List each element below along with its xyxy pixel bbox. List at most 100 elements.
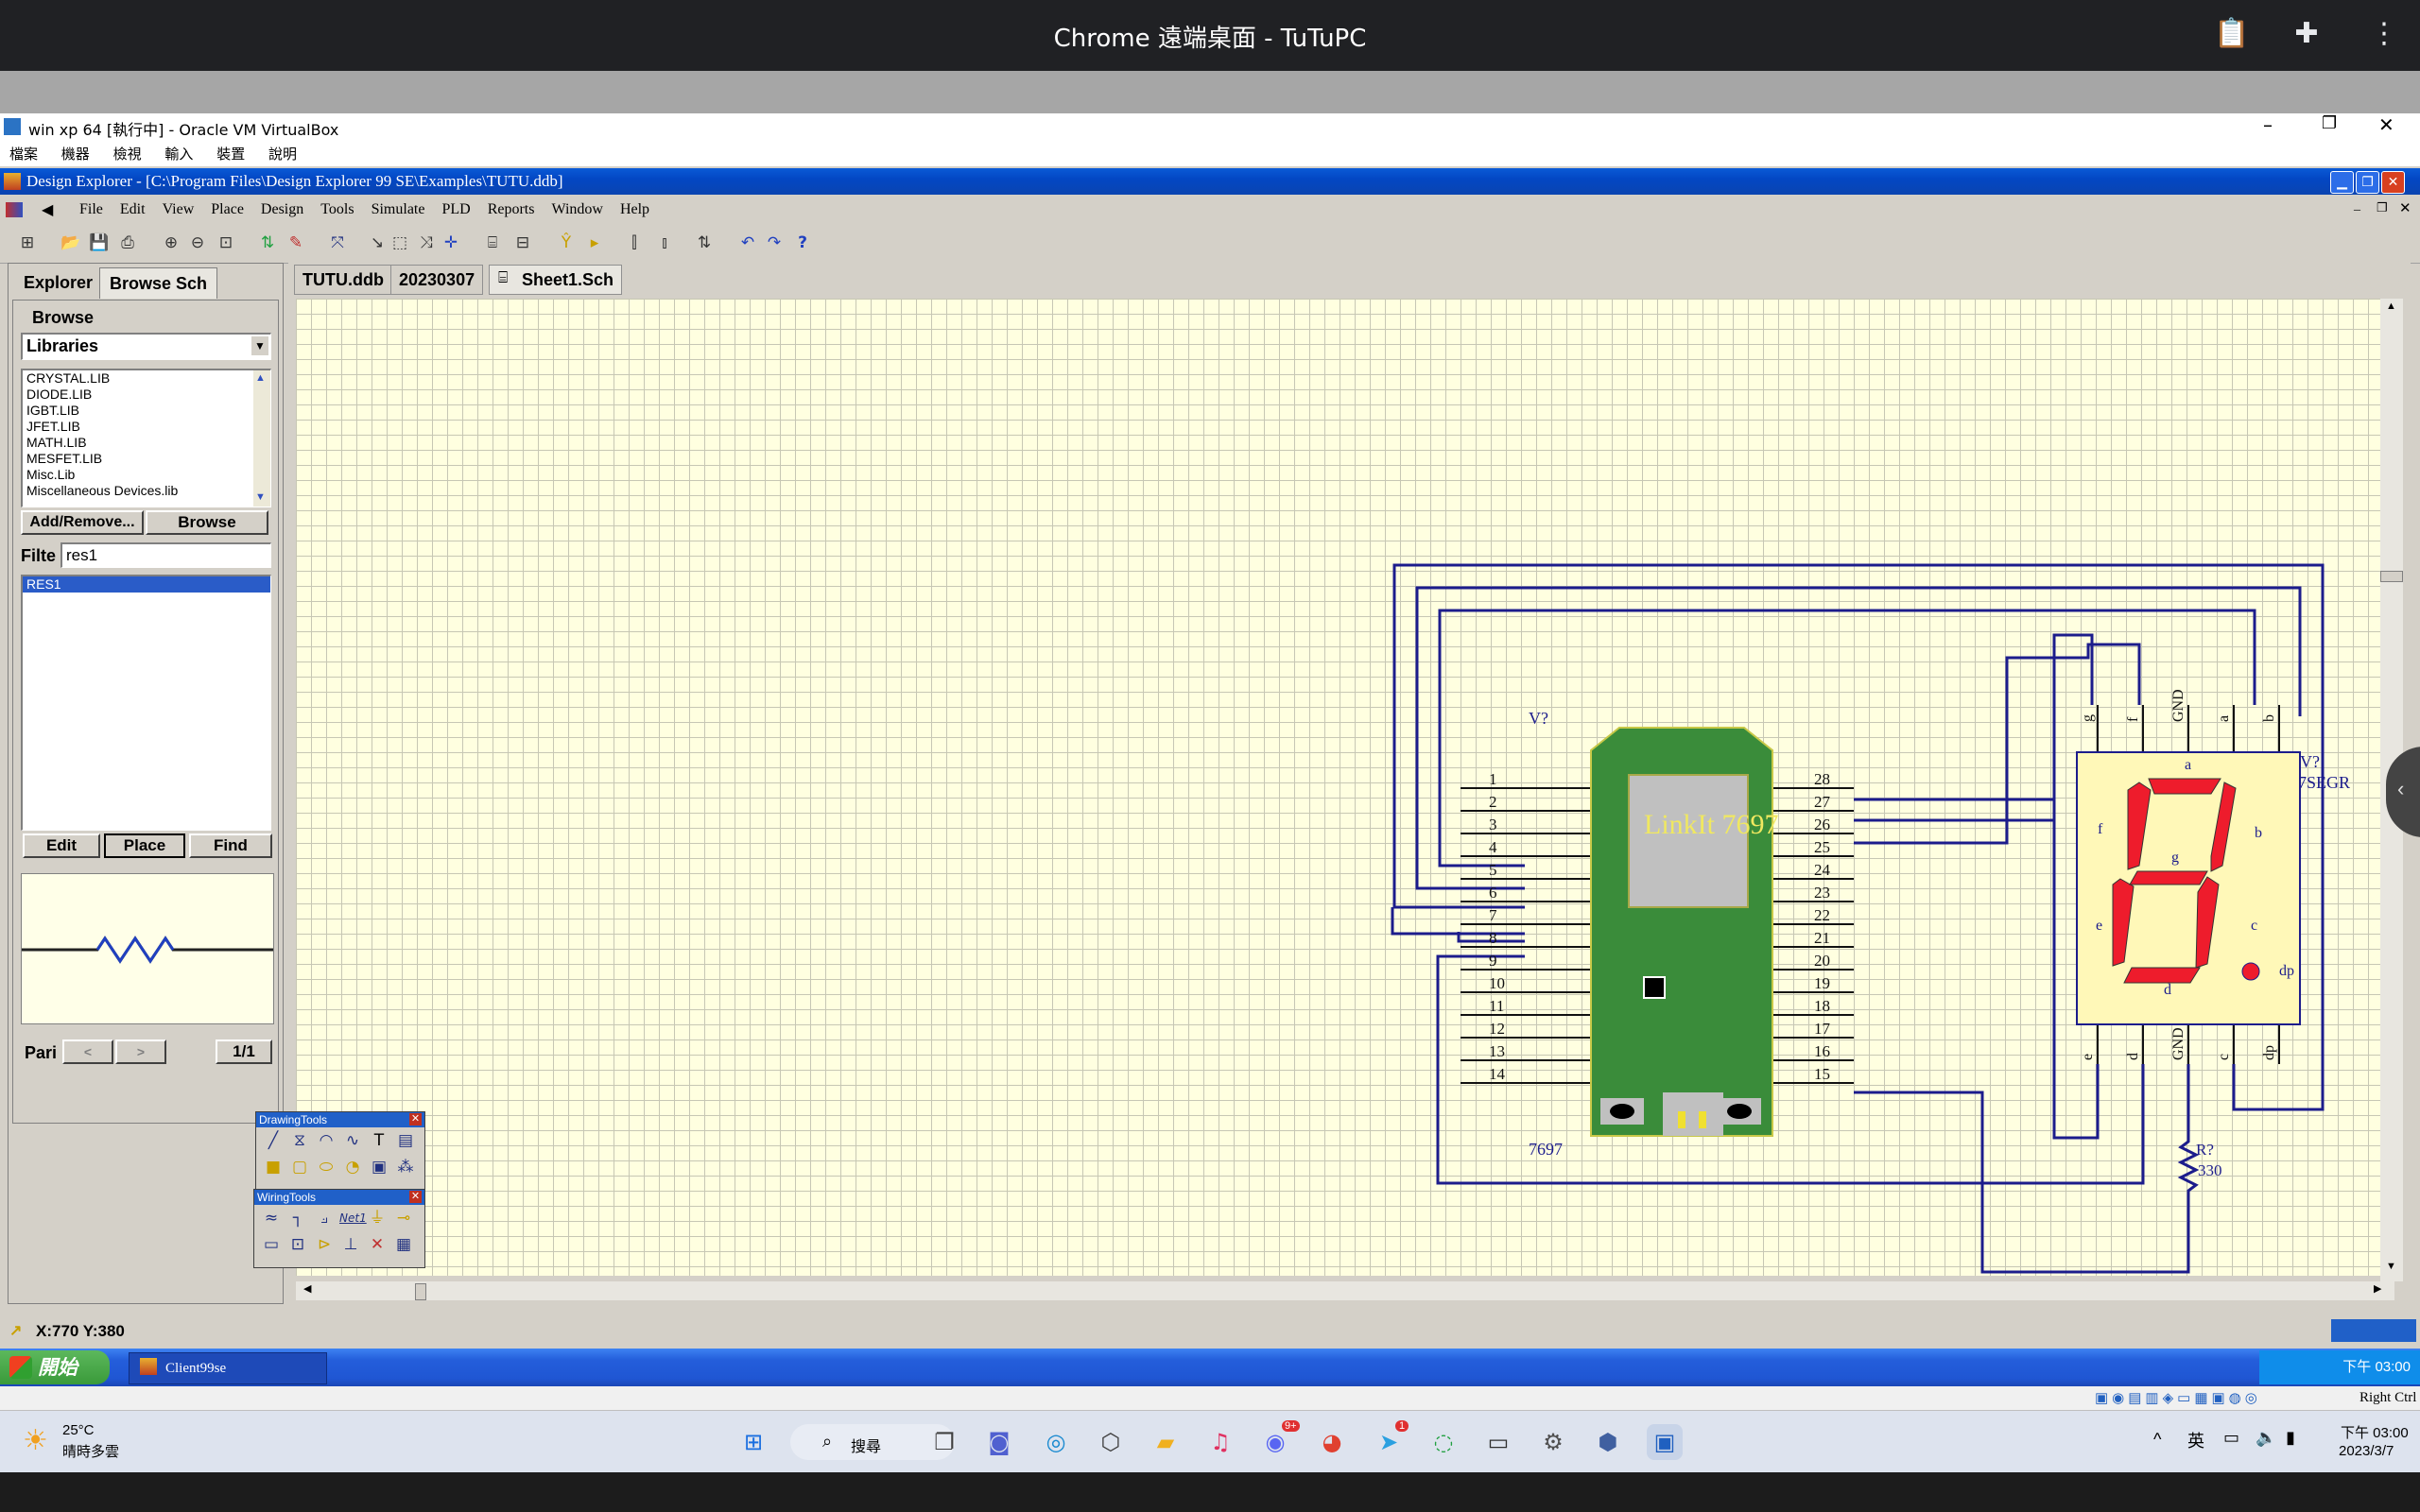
list-scrollbar[interactable]: ▲ ▼ — [253, 370, 270, 507]
scroll-down-icon[interactable]: ▼ — [2386, 1261, 2396, 1272]
list-item[interactable]: DIODE.LIB — [23, 387, 270, 403]
restore-icon[interactable]: ❐ — [2356, 171, 2379, 194]
browse-button[interactable]: Browse — [146, 510, 268, 535]
cube-app-icon[interactable]: ⬢ — [1590, 1424, 1626, 1460]
menu-view[interactable]: View — [163, 197, 195, 218]
sheet-symbol-tool-icon[interactable]: ▭ — [260, 1233, 283, 1256]
zoom-out-icon[interactable]: ⊖ — [187, 232, 208, 253]
hierarchy-icon[interactable]: ⇅ — [257, 232, 278, 253]
zoom-fit-icon[interactable]: ⊡ — [216, 232, 236, 253]
ellipse-tool-icon[interactable]: ⬭ — [315, 1156, 337, 1178]
tab-tutu-ddb[interactable]: TUTU.ddb — [294, 265, 392, 295]
tab-20230307[interactable]: 20230307 — [390, 265, 484, 295]
resistor-r[interactable]: R? 330 — [2177, 1130, 2222, 1202]
settings-app-icon[interactable]: ⬡ — [1093, 1424, 1129, 1460]
line-tool-icon[interactable]: ╱ — [262, 1129, 285, 1152]
battery-icon[interactable]: ▮ — [2286, 1428, 2295, 1448]
doc-close-icon[interactable]: ✕ — [2399, 199, 2411, 217]
chat-icon[interactable]: ◙ — [981, 1424, 1017, 1460]
weather-icon[interactable]: ☀ — [23, 1424, 48, 1457]
port-tool-icon[interactable]: ⊳ — [313, 1233, 336, 1256]
edit-pencil-icon[interactable]: ✎ — [285, 232, 306, 253]
ime-indicator[interactable]: 英 — [2187, 1428, 2204, 1452]
compile-icon[interactable]: ⫾ — [654, 232, 675, 253]
place-button[interactable]: Place — [104, 833, 185, 858]
junction-tool-icon[interactable]: ⊥ — [339, 1233, 362, 1256]
menu-place[interactable]: Place — [211, 197, 244, 218]
doc-restore-icon[interactable]: ❐ — [2377, 200, 2388, 215]
monitor-icon[interactable]: ▭ — [2223, 1428, 2239, 1448]
terminal-icon[interactable]: ▭ — [1480, 1424, 1516, 1460]
component-list[interactable]: RES1 — [21, 575, 271, 831]
select-icon[interactable]: ↘ — [367, 232, 388, 253]
menu-window[interactable]: Window — [551, 197, 602, 218]
chevron-down-icon[interactable]: ▼ — [251, 336, 268, 355]
menu-reports[interactable]: Reports — [488, 197, 535, 218]
palette-close-icon[interactable]: ✕ — [409, 1191, 422, 1203]
redo-icon[interactable]: ↷ — [764, 232, 785, 253]
scroll-up-icon[interactable]: ▲ — [2386, 301, 2396, 312]
refresh-app-icon[interactable]: ◌ — [1426, 1424, 1461, 1460]
vbox-menu-input[interactable]: 輸入 — [155, 140, 202, 163]
print-icon[interactable]: ⎙ — [117, 232, 138, 253]
marquee-icon[interactable]: ⬚ — [389, 232, 410, 253]
library-icon[interactable]: ⌸ — [482, 232, 503, 253]
more-menu-icon[interactable]: ⋮ — [2367, 17, 2401, 51]
vbox-menu-machine[interactable]: 機器 — [52, 140, 99, 163]
volume-icon[interactable]: 🔈 — [2256, 1428, 2276, 1448]
open-folder-icon[interactable]: 📂 — [60, 232, 81, 253]
vbox-menu-file[interactable]: 檔案 — [0, 140, 47, 163]
text-tool-icon[interactable]: T — [368, 1129, 390, 1152]
textframe-tool-icon[interactable]: ▤ — [394, 1129, 417, 1152]
taskbar-item-client99se[interactable]: Client99se — [129, 1352, 327, 1384]
rectangle-tool-icon[interactable]: ■ — [262, 1156, 285, 1178]
schematic-canvas[interactable]: 1GND2P03P14P25P36P47P58GND9RST103V3115V1… — [296, 299, 2394, 1276]
array-tool-icon[interactable]: ⁂ — [394, 1156, 417, 1178]
sheet-entry-tool-icon[interactable]: ⊡ — [286, 1233, 309, 1256]
list-item[interactable]: Misc.Lib — [23, 467, 270, 483]
menu-tools[interactable]: Tools — [320, 197, 354, 218]
design-manager-icon[interactable]: ⊞ — [17, 232, 38, 253]
find-button[interactable]: Find — [189, 833, 272, 858]
scroll-left-icon[interactable]: ◀ — [303, 1282, 311, 1295]
tab-explorer[interactable]: Explorer — [14, 267, 102, 298]
part-prev-button[interactable]: < — [62, 1040, 113, 1064]
highlight-icon[interactable]: ▸ — [584, 232, 605, 253]
library-list[interactable]: CRYSTAL.LIB DIODE.LIB IGBT.LIB JFET.LIB … — [21, 369, 271, 507]
arc-tool-icon[interactable]: ◠ — [315, 1129, 337, 1152]
graphic-tool-icon[interactable]: ▣ — [368, 1156, 390, 1178]
browse-select[interactable]: Libraries ▼ — [21, 333, 271, 360]
list-item[interactable]: RES1 — [23, 576, 270, 593]
restore-icon[interactable]: ❐ — [2322, 113, 2337, 133]
tab-sheet1-sch[interactable]: Sheet1.Sch — [489, 265, 623, 295]
help-icon[interactable]: ? — [792, 232, 813, 253]
power-port-tool-icon[interactable]: ⏚ — [366, 1207, 389, 1229]
list-item[interactable]: CRYSTAL.LIB — [23, 370, 270, 387]
menu-pld[interactable]: PLD — [441, 197, 470, 218]
menu-design[interactable]: Design — [261, 197, 303, 218]
edit-button[interactable]: Edit — [23, 833, 100, 858]
bus-tool-icon[interactable]: ┐ — [286, 1207, 309, 1229]
add-remove-button[interactable]: Add/Remove... — [21, 510, 144, 535]
file-explorer-icon[interactable]: ▰ — [1148, 1424, 1184, 1460]
close-icon[interactable]: ✕ — [2381, 171, 2405, 194]
filter-input[interactable]: res1 — [60, 542, 271, 568]
bus-entry-tool-icon[interactable]: ⟓ — [313, 1207, 336, 1229]
browse-library-icon[interactable]: ⊟ — [512, 232, 533, 253]
chrome-icon[interactable]: ◕ — [1314, 1424, 1350, 1460]
list-item[interactable]: Miscellaneous Devices.lib — [23, 483, 270, 499]
list-item[interactable]: MESFET.LIB — [23, 451, 270, 467]
windows-start-icon[interactable]: ⊞ — [735, 1424, 771, 1460]
net-label-tool-icon[interactable]: Net1 — [339, 1207, 367, 1229]
probe-icon[interactable]: Ŷ — [556, 232, 577, 253]
save-icon[interactable]: 💾 — [89, 232, 110, 253]
horizontal-scrollbar[interactable]: ◀ ▶ — [296, 1281, 2394, 1300]
back-arrow-icon[interactable]: ◀ — [42, 200, 53, 219]
part-next-button[interactable]: > — [115, 1040, 166, 1064]
round-rect-tool-icon[interactable]: ▢ — [288, 1156, 311, 1178]
polygon-tool-icon[interactable]: ⧖ — [288, 1129, 311, 1152]
menu-edit[interactable]: Edit — [120, 197, 146, 218]
sort-icon[interactable]: ⇅ — [694, 232, 715, 253]
music-icon[interactable]: ♫ — [1202, 1424, 1238, 1460]
vbox-menu-devices[interactable]: 裝置 — [207, 140, 254, 163]
